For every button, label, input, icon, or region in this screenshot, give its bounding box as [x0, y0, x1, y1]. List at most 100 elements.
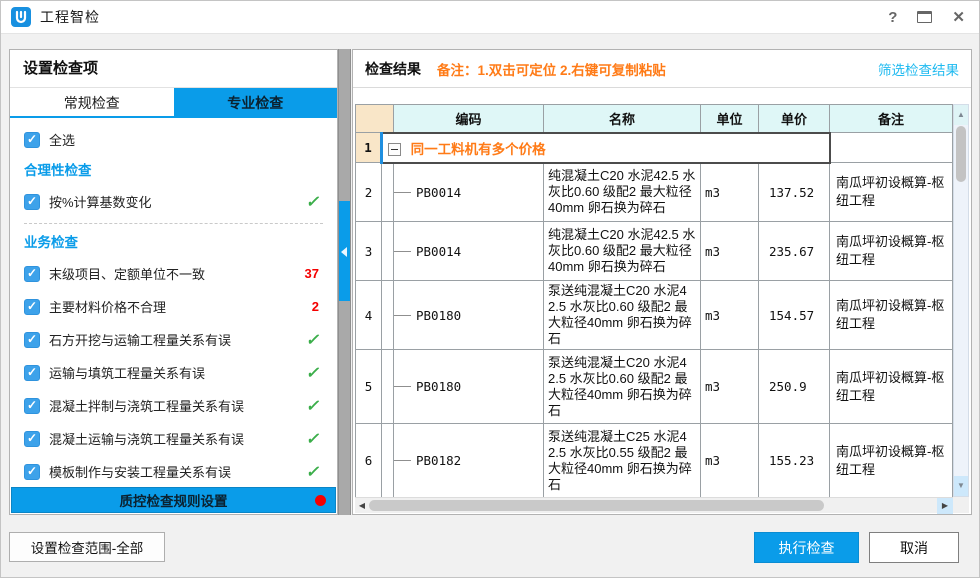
code-cell[interactable]: PB0180: [394, 281, 544, 350]
quality-rules-button[interactable]: 质控检查规则设置: [11, 487, 336, 513]
header-remark[interactable]: 备注: [830, 105, 953, 133]
header-price[interactable]: 单价: [759, 105, 830, 133]
name-cell[interactable]: 纯混凝土C20 水泥42.5 水灰比0.60 级配2 最大粒径40mm 卵石换为…: [544, 163, 701, 222]
scroll-left-icon[interactable]: ◀: [355, 501, 369, 510]
checkbox-checked-icon[interactable]: [24, 365, 40, 381]
tab-0[interactable]: 常规检查: [10, 88, 174, 116]
checkbox-checked-icon[interactable]: [24, 266, 40, 282]
scroll-up-icon[interactable]: ▲: [954, 105, 968, 125]
row-number: 2: [356, 163, 382, 222]
table-row[interactable]: 5 PB0180 泵送纯混凝土C20 水泥42.5 水灰比0.60 级配2 最大…: [356, 350, 953, 424]
price-cell[interactable]: 155.23: [759, 424, 830, 498]
dialog-window: 工程智检 ? ✕ 设置检查项 常规检查 专业检查 全选 合理性检查 按%计算基数…: [0, 0, 980, 578]
tree-cell: [382, 424, 394, 498]
table-row[interactable]: 6 PB0182 泵送纯混凝土C25 水泥42.5 水灰比0.55 级配2 最大…: [356, 424, 953, 498]
name-cell[interactable]: 纯混凝土C20 水泥42.5 水灰比0.60 级配2 最大粒径40mm 卵石换为…: [544, 222, 701, 281]
tabs: 常规检查 专业检查: [10, 88, 337, 118]
price-cell[interactable]: 137.52: [759, 163, 830, 222]
check-item-status: ✓: [295, 330, 319, 350]
check-scope-button[interactable]: 设置检查范围-全部: [9, 532, 165, 562]
window-title: 工程智检: [40, 7, 100, 27]
scroll-right-icon[interactable]: ▶: [937, 498, 953, 514]
name-cell[interactable]: 泵送纯混凝土C20 水泥42.5 水灰比0.60 级配2 最大粒径40mm 卵石…: [544, 350, 701, 424]
panel-splitter[interactable]: [338, 49, 351, 515]
check-item[interactable]: 模板制作与安装工程量关系有误 ✓: [10, 455, 337, 488]
group-row[interactable]: 1 同一工料机有多个价格: [356, 133, 953, 163]
checkbox-checked-icon[interactable]: [24, 464, 40, 480]
remark-cell[interactable]: 南瓜坪初设概算-枢纽工程: [830, 222, 953, 281]
check-item[interactable]: 全选: [10, 123, 337, 156]
unit-cell[interactable]: m3: [701, 222, 759, 281]
check-item-label: 主要材料价格不合理: [49, 297, 166, 316]
check-item[interactable]: 主要材料价格不合理 2: [10, 290, 337, 323]
checkbox-checked-icon[interactable]: [24, 299, 40, 315]
remark-cell[interactable]: 南瓜坪初设概算-枢纽工程: [830, 350, 953, 424]
check-item[interactable]: 石方开挖与运输工程量关系有误 ✓: [10, 323, 337, 356]
app-logo-icon: [11, 7, 31, 27]
price-cell[interactable]: 250.9: [759, 350, 830, 424]
header-unit[interactable]: 单位: [701, 105, 759, 133]
maximize-button[interactable]: [917, 11, 932, 23]
check-item-label: 末级项目、定额单位不一致: [49, 264, 205, 283]
checkbox-checked-icon[interactable]: [24, 132, 40, 148]
remark-cell[interactable]: 南瓜坪初设概算-枢纽工程: [830, 281, 953, 350]
check-item[interactable]: 按%计算基数变化 ✓: [10, 185, 337, 218]
pass-check-icon: ✓: [306, 398, 319, 415]
filter-results-link[interactable]: 筛选检查结果: [878, 59, 959, 79]
check-item-label: 全选: [49, 130, 75, 149]
splitter-handle[interactable]: [339, 201, 350, 301]
header-code[interactable]: 编码: [394, 105, 544, 133]
run-check-button[interactable]: 执行检查: [754, 532, 859, 563]
collapse-minus-icon[interactable]: [388, 143, 401, 156]
cancel-button[interactable]: 取消: [869, 532, 959, 563]
checkbox-checked-icon[interactable]: [24, 332, 40, 348]
results-table-zone: 编码 名称 单位 单价 备注 1 同一工料机有多个价格: [355, 104, 969, 513]
vertical-scroll-thumb[interactable]: [956, 126, 966, 182]
unit-cell[interactable]: m3: [701, 350, 759, 424]
close-button[interactable]: ✕: [952, 8, 965, 26]
check-item[interactable]: 运输与填筑工程量关系有误 ✓: [10, 356, 337, 389]
remark-cell[interactable]: 南瓜坪初设概算-枢纽工程: [830, 163, 953, 222]
check-item[interactable]: 混凝土拌制与浇筑工程量关系有误 ✓: [10, 389, 337, 422]
name-cell[interactable]: 泵送纯混凝土C20 水泥42.5 水灰比0.60 级配2 最大粒径40mm 卵石…: [544, 281, 701, 350]
table-row[interactable]: 2 PB0014 纯混凝土C20 水泥42.5 水灰比0.60 级配2 最大粒径…: [356, 163, 953, 222]
code-cell[interactable]: PB0014: [394, 163, 544, 222]
results-title: 检查结果: [365, 59, 421, 79]
row-number: 4: [356, 281, 382, 350]
help-button[interactable]: ?: [888, 9, 897, 26]
table-row[interactable]: 3 PB0014 纯混凝土C20 水泥42.5 水灰比0.60 级配2 最大粒径…: [356, 222, 953, 281]
scrollbar-corner: [953, 497, 969, 513]
check-item-status: ✓: [295, 429, 319, 449]
check-item-label: 混凝土运输与浇筑工程量关系有误: [49, 429, 244, 448]
code-cell[interactable]: PB0182: [394, 424, 544, 498]
pass-check-icon: ✓: [306, 194, 319, 211]
corner-cell: [356, 105, 394, 133]
checkbox-checked-icon[interactable]: [24, 398, 40, 414]
table-row[interactable]: 4 PB0180 泵送纯混凝土C20 水泥42.5 水灰比0.60 级配2 最大…: [356, 281, 953, 350]
check-item-status: 2: [295, 299, 319, 314]
check-item[interactable]: 混凝土运输与浇筑工程量关系有误 ✓: [10, 422, 337, 455]
unit-cell[interactable]: m3: [701, 281, 759, 350]
check-item-status: ✓: [295, 192, 319, 212]
code-cell[interactable]: PB0014: [394, 222, 544, 281]
checkbox-checked-icon[interactable]: [24, 431, 40, 447]
price-cell[interactable]: 154.57: [759, 281, 830, 350]
tab-1-active[interactable]: 专业检查: [174, 88, 338, 116]
scroll-down-icon[interactable]: ▼: [954, 476, 968, 496]
price-cell[interactable]: 235.67: [759, 222, 830, 281]
remark-cell[interactable]: 南瓜坪初设概算-枢纽工程: [830, 424, 953, 498]
code-cell[interactable]: PB0180: [394, 350, 544, 424]
checkbox-checked-icon[interactable]: [24, 194, 40, 210]
check-settings-panel: 设置检查项 常规检查 专业检查 全选 合理性检查 按%计算基数变化 ✓ 业务检查…: [9, 49, 338, 515]
header-name[interactable]: 名称: [544, 105, 701, 133]
name-cell[interactable]: 泵送纯混凝土C25 水泥42.5 水灰比0.55 级配2 最大粒径40mm 卵石…: [544, 424, 701, 498]
unit-cell[interactable]: m3: [701, 424, 759, 498]
horizontal-scrollbar[interactable]: ◀ ▶: [355, 497, 953, 513]
tree-cell: [382, 350, 394, 424]
horizontal-scroll-thumb[interactable]: [369, 500, 824, 511]
check-item[interactable]: 末级项目、定额单位不一致 37: [10, 257, 337, 290]
check-item-label: 运输与填筑工程量关系有误: [49, 363, 205, 382]
unit-cell[interactable]: m3: [701, 163, 759, 222]
group-cell[interactable]: 同一工料机有多个价格: [382, 133, 830, 163]
vertical-scrollbar[interactable]: ▲ ▼: [953, 104, 969, 497]
